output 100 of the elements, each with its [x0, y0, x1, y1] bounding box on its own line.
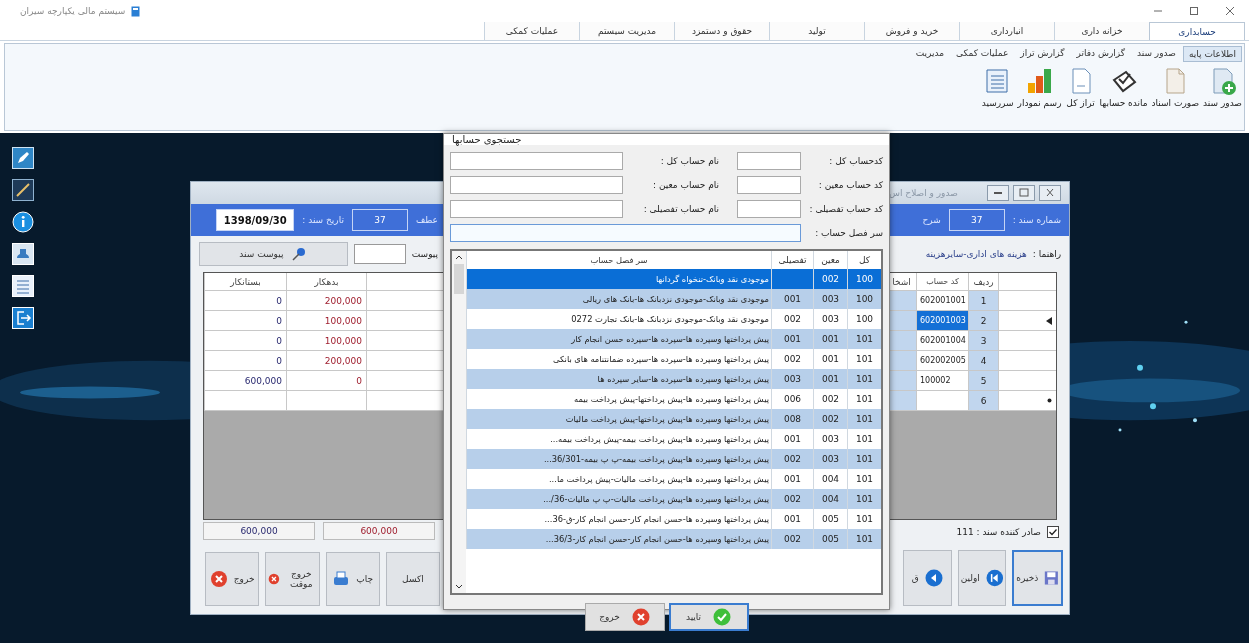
menu-tab[interactable]: حقوق و دستمزد	[674, 22, 769, 40]
column-header: بستانکار	[204, 273, 286, 291]
menu-tab[interactable]: خرید و فروش	[864, 22, 959, 40]
toolbar-button[interactable]: اکسل	[385, 552, 440, 606]
table-cell: 600,000	[204, 371, 286, 391]
field-label: نام حساب تفصیلی :	[642, 204, 720, 214]
ribbon-button-label[interactable]: مانده حسابها	[1099, 98, 1148, 108]
input-field[interactable]	[737, 152, 801, 170]
table-cell: 001	[813, 329, 847, 349]
field-label: شماره سند :	[1012, 215, 1061, 225]
ribbon-tab[interactable]: مدیریت	[910, 46, 949, 62]
attach-document-button[interactable]: پیوست سند	[199, 242, 348, 266]
table-cell[interactable]	[916, 391, 968, 411]
row-header-cell[interactable]	[998, 331, 1056, 351]
table-cell[interactable]: 602001003	[916, 311, 968, 331]
dialog-button[interactable]: خروج	[584, 603, 665, 631]
menu-tab[interactable]: خزانه داری	[1054, 22, 1149, 40]
scrollbar-thumb[interactable]	[454, 264, 464, 294]
table-cell: 005	[813, 529, 847, 549]
toolbar-button[interactable]: اولین	[957, 550, 1007, 606]
row-header-cell[interactable]	[998, 351, 1056, 371]
field-label: تاریخ سند :	[302, 215, 344, 225]
table-cell: 0	[204, 291, 286, 311]
pushpin-icon	[291, 246, 308, 262]
field-label: پیوست	[411, 249, 438, 259]
close-icon[interactable]	[1225, 6, 1235, 16]
ribbon-tab[interactable]: گزارش دفاتر	[1071, 46, 1131, 62]
close-icon[interactable]	[1039, 185, 1061, 201]
row-number-cell: 6	[968, 391, 998, 411]
menu-tab[interactable]: حسابداری	[1149, 22, 1245, 40]
table-cell: 100,000	[286, 331, 366, 351]
column-header	[998, 273, 1056, 291]
input-field[interactable]	[450, 176, 623, 194]
ribbon-tab[interactable]: عملیات کمکی	[951, 46, 1014, 62]
date-field[interactable]: 1398/09/30	[216, 209, 295, 231]
ribbon-button-label[interactable]: رسم نمودار	[1017, 98, 1062, 108]
table-cell: 101	[847, 369, 881, 389]
table-cell[interactable]: 602002005	[916, 351, 968, 371]
reference-number-field[interactable]: 37	[351, 209, 408, 231]
menu-tab[interactable]: انبارداری	[959, 22, 1054, 40]
attachment-field[interactable]	[353, 244, 406, 264]
printer-icon	[332, 570, 351, 588]
field-label: کدحساب کل :	[828, 156, 883, 166]
minimize-icon[interactable]	[987, 185, 1009, 201]
ribbon-tab[interactable]: اطلاعات پایه	[1182, 46, 1242, 62]
table-cell[interactable]: 100002	[916, 371, 968, 391]
column-header: ردیف	[968, 273, 998, 291]
row-header-cell[interactable]	[998, 371, 1056, 391]
field-label: راهنما :	[1032, 249, 1061, 259]
document-number-field[interactable]: 37	[948, 209, 1005, 231]
table-cell[interactable]: 602001004	[916, 331, 968, 351]
scrollbar[interactable]	[452, 251, 466, 593]
table-cell[interactable]: 602001001	[916, 291, 968, 311]
dialog-title: جستجوی حسابها	[452, 134, 522, 145]
list-icon[interactable]	[12, 275, 34, 297]
table-cell: 003	[813, 449, 847, 469]
pen-icon[interactable]	[12, 179, 34, 201]
table-cell: 101	[847, 329, 881, 349]
table-cell: 001	[771, 329, 813, 349]
ribbon-button-label[interactable]: سررسید	[981, 98, 1014, 108]
ribbon-tab[interactable]: صدور سند	[1132, 46, 1181, 62]
toolbar-button[interactable]: خروج	[205, 552, 260, 606]
toolbar-button[interactable]: چاپ	[325, 552, 380, 606]
menu-tab[interactable]: تولید	[769, 22, 864, 40]
check-icon	[713, 608, 732, 626]
column-header: کد حساب	[916, 273, 968, 291]
input-field[interactable]	[450, 152, 623, 170]
info-icon[interactable]	[12, 211, 34, 233]
menu-tab[interactable]: مدیریت سیستم	[579, 22, 674, 40]
search-field[interactable]	[450, 224, 801, 242]
row-header-cell[interactable]	[998, 391, 1056, 411]
scroll-up-icon[interactable]	[455, 254, 463, 260]
table-cell: 101	[847, 449, 881, 469]
ribbon-button-label[interactable]: تراز کل	[1066, 98, 1095, 108]
row-header-cell[interactable]	[998, 291, 1056, 311]
ribbon-button-label[interactable]: صورت اسناد	[1151, 98, 1200, 108]
input-field[interactable]	[450, 200, 623, 218]
window-title: سیستم مالی یکپارچه سیران	[20, 6, 126, 16]
edit-icon[interactable]	[12, 147, 34, 169]
row-number-cell: 1	[968, 291, 998, 311]
logout-icon[interactable]	[12, 307, 34, 329]
toolbar-button[interactable]: ق	[903, 550, 952, 606]
dialog-button[interactable]: تایید	[668, 603, 749, 631]
input-field[interactable]	[737, 176, 801, 194]
skip-back-icon	[985, 569, 1004, 587]
maximize-icon[interactable]	[1189, 6, 1199, 16]
issuer-label: صادر کننده سند : 111	[956, 527, 1041, 537]
toolbar-button[interactable]: ذخیره	[1012, 550, 1063, 606]
menu-tab[interactable]: عملیات کمکی	[484, 22, 579, 40]
ribbon-button-label[interactable]: صدور سند	[1203, 98, 1242, 108]
window-title: صدور و اصلاح اس	[889, 188, 959, 198]
checkbox[interactable]	[1047, 526, 1059, 538]
field-label: کد حساب تفصیلی :	[808, 204, 883, 214]
table-cell: 0	[204, 311, 286, 331]
scroll-down-icon[interactable]	[455, 584, 463, 590]
input-field[interactable]	[737, 200, 801, 218]
ribbon-tab[interactable]: گزارش تراز	[1015, 46, 1070, 62]
row-header-cell[interactable]	[998, 311, 1056, 331]
guide-text: هزینه های اداری-سایرهزینه	[925, 249, 1027, 259]
toolbar-button[interactable]: خروج موقت	[265, 552, 320, 606]
